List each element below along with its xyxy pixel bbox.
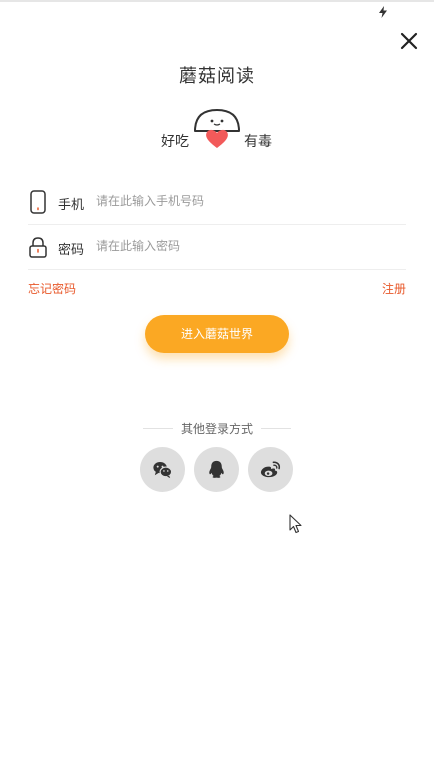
password-input[interactable] [96,235,396,257]
status-bar [0,0,434,22]
other-login-title: 其他登录方式 [180,422,253,436]
mascot-right-text: 有毒 [244,134,272,150]
password-field-row: 密码 [28,225,406,270]
forgot-password-link[interactable]: 忘记密码 [28,280,76,297]
lock-icon [29,237,47,258]
login-button[interactable]: 进入蘑菇世界 [145,315,289,353]
password-label: 密码 [58,243,85,258]
divider-right [261,428,291,429]
page-title: 蘑菇阅读 [179,66,255,87]
mascot-left-text: 好吃 [161,134,189,150]
qq-login-button[interactable] [194,447,239,492]
register-link[interactable]: 注册 [382,280,406,297]
wechat-icon [153,462,173,479]
wechat-login-button[interactable] [140,447,185,492]
close-icon[interactable] [398,30,420,52]
weibo-icon [260,461,281,478]
phone-field-row: 手机 [28,180,406,225]
weibo-login-button[interactable] [248,447,293,492]
mouse-cursor-icon [289,514,302,534]
phone-label: 手机 [58,198,85,213]
mascot-banner: 好吃 有毒 [0,104,434,154]
phone-input[interactable] [96,190,396,212]
qq-icon [209,460,224,478]
phone-icon [30,190,46,214]
mushroom-mascot-icon [194,109,240,148]
status-bar-divider [0,0,434,2]
charging-icon [379,6,387,18]
